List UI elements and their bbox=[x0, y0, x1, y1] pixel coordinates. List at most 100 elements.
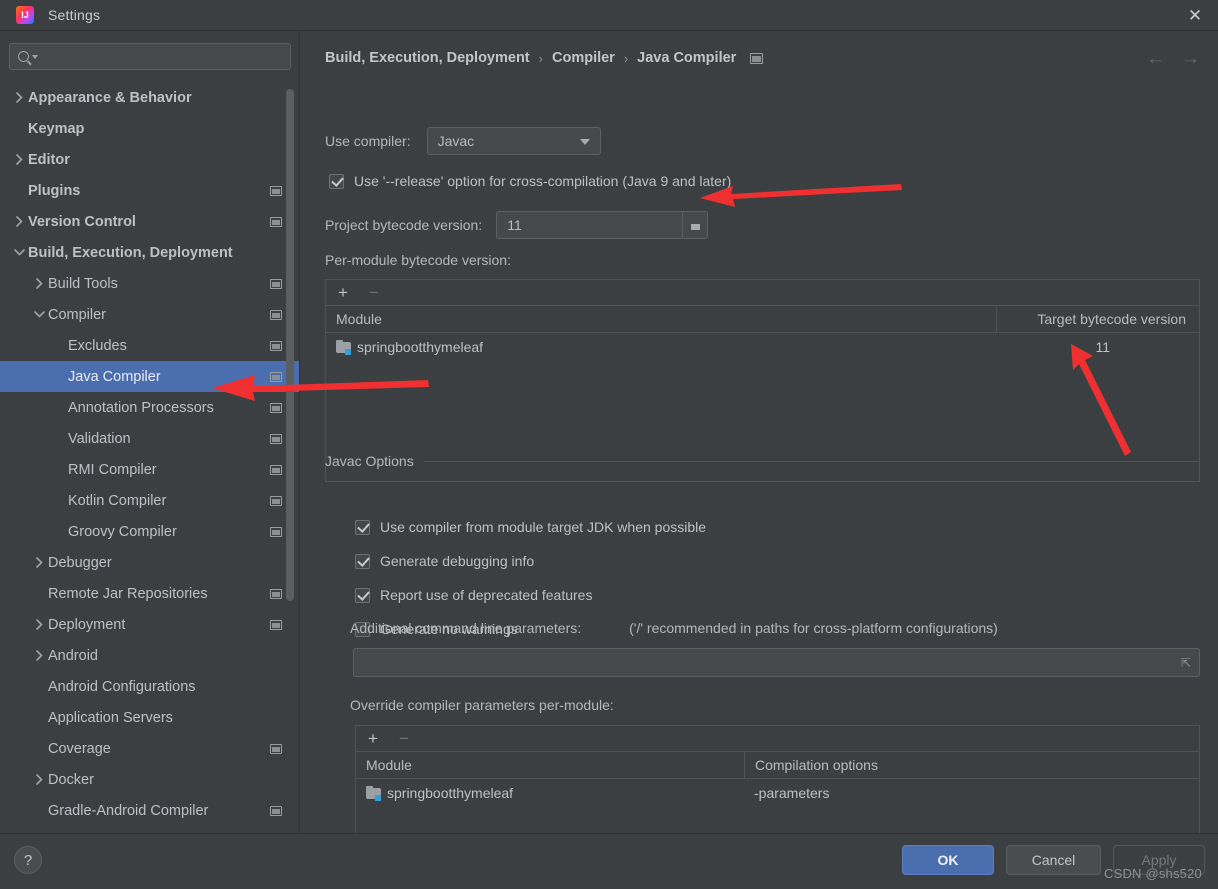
javac-option-checkbox-0[interactable]: Use compiler from module target JDK when… bbox=[355, 519, 706, 535]
sidebar-item-label: Android Configurations bbox=[48, 678, 196, 695]
use-compiler-select[interactable]: Javac bbox=[426, 127, 601, 155]
config-scope-icon[interactable] bbox=[270, 619, 282, 630]
column-header-compilation-options[interactable]: Compilation options bbox=[744, 752, 1199, 778]
window-title: Settings bbox=[48, 7, 101, 23]
breadcrumb-item-0[interactable]: Build, Execution, Deployment bbox=[325, 50, 530, 66]
dialog-footer: ? OK Cancel Apply bbox=[0, 833, 1218, 889]
sidebar-item-coverage[interactable]: Coverage bbox=[0, 733, 300, 764]
arrow-right-icon[interactable]: → bbox=[1181, 49, 1200, 68]
plus-icon[interactable]: + bbox=[338, 284, 348, 301]
sidebar-item-validation[interactable]: Validation bbox=[0, 423, 300, 454]
checkbox-indicator[interactable] bbox=[355, 587, 370, 603]
use-release-option-checkbox[interactable]: Use '--release' option for cross-compila… bbox=[329, 173, 731, 189]
ok-button[interactable]: OK bbox=[902, 845, 994, 875]
sidebar-item-groovy-compiler[interactable]: Groovy Compiler bbox=[0, 516, 300, 547]
search-box[interactable] bbox=[9, 43, 291, 70]
config-scope-icon[interactable] bbox=[270, 185, 282, 196]
sidebar-item-rmi-compiler[interactable]: RMI Compiler bbox=[0, 454, 300, 485]
sidebar-item-compiler[interactable]: Compiler bbox=[0, 299, 300, 330]
chevron-right-icon[interactable] bbox=[30, 557, 48, 568]
sidebar-item-build-tools[interactable]: Build Tools bbox=[0, 268, 300, 299]
checkbox-indicator[interactable] bbox=[355, 553, 370, 569]
config-scope-icon[interactable] bbox=[270, 340, 282, 351]
settings-tree: Appearance & Behavior Keymap Editor Plugins… bbox=[0, 82, 300, 826]
sidebar-item-java-compiler[interactable]: Java Compiler bbox=[0, 361, 300, 392]
sidebar-item-debugger[interactable]: Debugger bbox=[0, 547, 300, 578]
module-name: springbootthymeleaf bbox=[357, 339, 484, 355]
sidebar-item-version-control[interactable]: Version Control bbox=[0, 206, 300, 237]
project-bytecode-version-input[interactable]: 11 bbox=[496, 211, 709, 239]
chevron-right-icon[interactable] bbox=[10, 216, 28, 227]
chevron-right-icon[interactable] bbox=[30, 650, 48, 661]
plus-icon[interactable]: + bbox=[368, 730, 378, 747]
expand-icon[interactable]: ⇱ bbox=[1181, 657, 1191, 669]
sidebar-scrollbar-thumb[interactable] bbox=[286, 89, 294, 601]
navigation-arrows: ← → bbox=[1146, 49, 1200, 68]
breadcrumb-item-2: Java Compiler bbox=[637, 50, 737, 66]
help-button[interactable]: ? bbox=[14, 846, 42, 874]
config-scope-icon[interactable] bbox=[270, 805, 282, 816]
search-input[interactable] bbox=[38, 49, 290, 64]
sidebar-item-label: Editor bbox=[28, 151, 70, 168]
chevron-right-icon[interactable] bbox=[30, 278, 48, 289]
column-header-module[interactable]: Module bbox=[356, 752, 744, 778]
table-row[interactable]: springbootthymeleaf -parameters bbox=[356, 779, 1199, 807]
chevron-right-icon[interactable] bbox=[10, 154, 28, 165]
chevron-right-icon[interactable] bbox=[10, 92, 28, 103]
config-scope-icon[interactable] bbox=[270, 371, 282, 382]
sidebar-item-annotation-processors[interactable]: Annotation Processors bbox=[0, 392, 300, 423]
config-scope-icon[interactable] bbox=[270, 526, 282, 537]
config-scope-icon[interactable] bbox=[270, 402, 282, 413]
javac-option-checkbox-2[interactable]: Report use of deprecated features bbox=[355, 587, 592, 603]
config-scope-icon[interactable] bbox=[270, 588, 282, 599]
chevron-right-icon[interactable] bbox=[30, 774, 48, 785]
sidebar-item-label: Keymap bbox=[28, 120, 85, 137]
config-scope-icon[interactable] bbox=[270, 743, 282, 754]
group-divider bbox=[423, 460, 1200, 462]
config-scope-icon[interactable] bbox=[270, 216, 282, 227]
chevron-down-icon[interactable] bbox=[30, 311, 48, 318]
config-scope-icon[interactable] bbox=[750, 52, 764, 64]
column-header-module[interactable]: Module bbox=[326, 306, 996, 332]
sidebar-item-kotlin-compiler[interactable]: Kotlin Compiler bbox=[0, 485, 300, 516]
config-scope-icon[interactable] bbox=[270, 278, 282, 289]
table-row[interactable]: springbootthymeleaf 11 bbox=[326, 333, 1199, 361]
javac-option-label: Use compiler from module target JDK when… bbox=[380, 519, 707, 535]
sidebar-item-remote-jar-repositories[interactable]: Remote Jar Repositories bbox=[0, 578, 300, 609]
chevron-down-icon[interactable] bbox=[682, 211, 709, 239]
project-bytecode-version-value: 11 bbox=[507, 217, 522, 233]
breadcrumb-item-1[interactable]: Compiler bbox=[552, 50, 615, 66]
additional-params-input[interactable]: ⇱ bbox=[353, 648, 1200, 677]
arrow-left-icon[interactable]: ← bbox=[1146, 49, 1165, 68]
close-icon[interactable]: ✕ bbox=[1172, 0, 1218, 30]
minus-icon[interactable]: − bbox=[369, 284, 379, 301]
sidebar-item-label: Excludes bbox=[68, 337, 127, 354]
cancel-button[interactable]: Cancel bbox=[1006, 845, 1101, 875]
sidebar-item-android-configurations[interactable]: Android Configurations bbox=[0, 671, 300, 702]
sidebar-item-application-servers[interactable]: Application Servers bbox=[0, 702, 300, 733]
sidebar-item-label: Docker bbox=[48, 771, 94, 788]
config-scope-icon[interactable] bbox=[270, 495, 282, 506]
javac-option-checkbox-1[interactable]: Generate debugging info bbox=[355, 553, 534, 569]
config-scope-icon[interactable] bbox=[270, 309, 282, 320]
sidebar-item-keymap[interactable]: Keymap bbox=[0, 113, 300, 144]
sidebar-item-editor[interactable]: Editor bbox=[0, 144, 300, 175]
sidebar-item-gradle-android-compiler[interactable]: Gradle-Android Compiler bbox=[0, 795, 300, 826]
checkbox-indicator[interactable] bbox=[355, 519, 370, 535]
config-scope-icon[interactable] bbox=[270, 464, 282, 475]
settings-content-panel: Build, Execution, Deployment › Compiler … bbox=[300, 31, 1218, 833]
chevron-right-icon[interactable] bbox=[30, 619, 48, 630]
sidebar-item-docker[interactable]: Docker bbox=[0, 764, 300, 795]
sidebar-item-android[interactable]: Android bbox=[0, 640, 300, 671]
sidebar-item-deployment[interactable]: Deployment bbox=[0, 609, 300, 640]
sidebar-item-build-execution-deployment[interactable]: Build, Execution, Deployment bbox=[0, 237, 300, 268]
minus-icon[interactable]: − bbox=[399, 730, 409, 747]
chevron-down-icon[interactable] bbox=[10, 249, 28, 256]
column-header-target-bytecode[interactable]: Target bytecode version bbox=[996, 306, 1199, 332]
config-scope-icon[interactable] bbox=[270, 433, 282, 444]
sidebar-item-excludes[interactable]: Excludes bbox=[0, 330, 300, 361]
checkbox-indicator[interactable] bbox=[329, 173, 344, 189]
sidebar-item-plugins[interactable]: Plugins bbox=[0, 175, 300, 206]
sidebar-scrollbar-track[interactable] bbox=[286, 31, 297, 833]
sidebar-item-appearance-behavior[interactable]: Appearance & Behavior bbox=[0, 82, 300, 113]
